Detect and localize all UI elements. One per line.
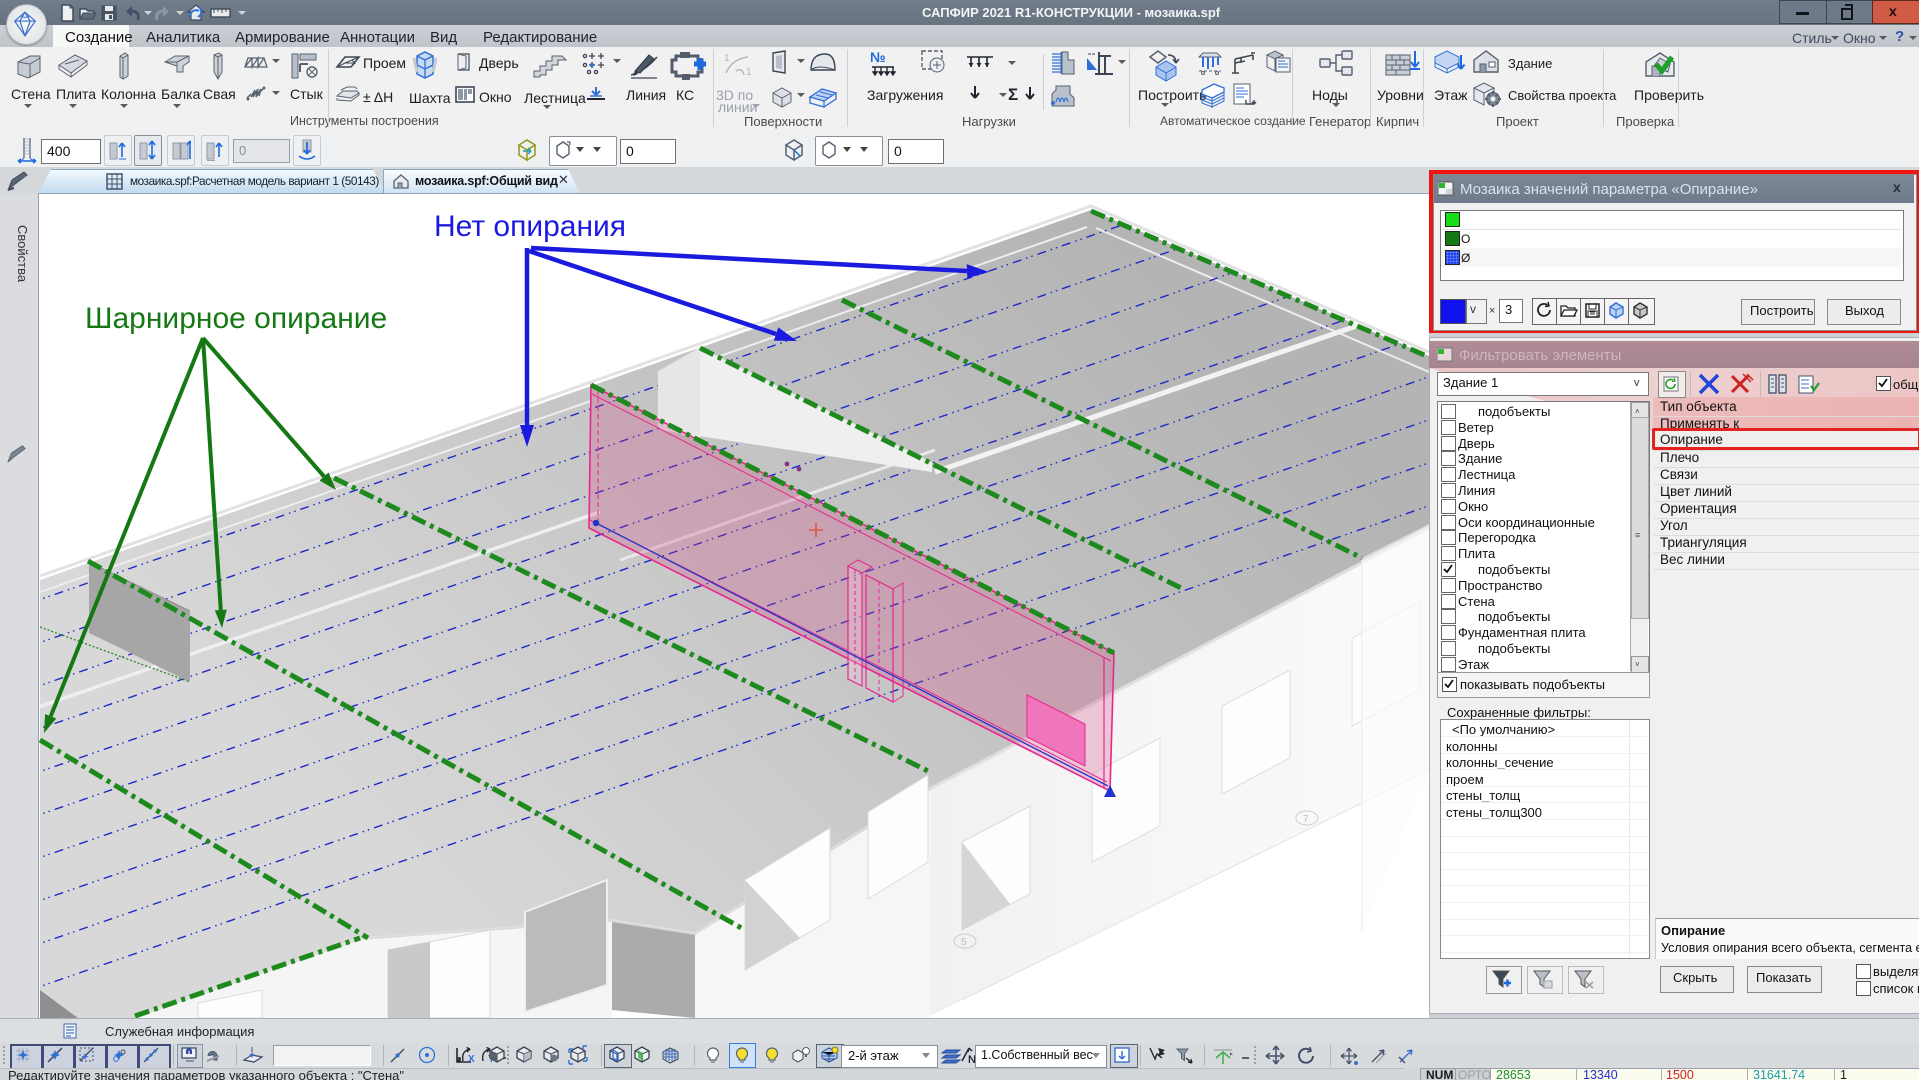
svg-text:1: 1 <box>746 67 752 78</box>
svg-text:Нет опирания: Нет опирания <box>434 210 626 243</box>
svg-text:7: 7 <box>1303 814 1309 825</box>
svg-text:№: № <box>870 49 886 65</box>
svg-text:1: 1 <box>724 53 730 64</box>
svg-text:5: 5 <box>961 937 967 948</box>
svg-text:Шарнирное опирание: Шарнирное опирание <box>85 302 387 335</box>
svg-text:X: X <box>468 1054 475 1065</box>
svg-text:Σ: Σ <box>1008 85 1018 104</box>
